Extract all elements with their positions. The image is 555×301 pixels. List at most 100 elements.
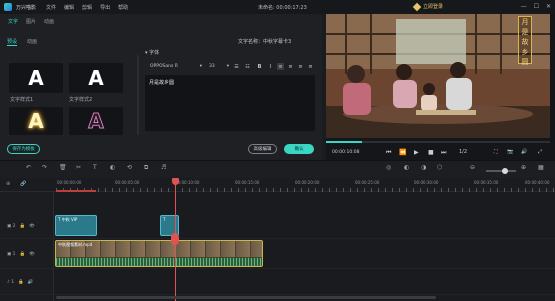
track-name: ▣ 2: [7, 224, 16, 229]
marker-icon[interactable]: ◐: [404, 164, 409, 171]
title-text-value: 月是故乡圆: [149, 80, 175, 86]
zoom-in-icon[interactable]: ⊕: [521, 164, 526, 171]
track-name: ♪ 1: [7, 280, 15, 285]
app-logo: [4, 3, 12, 11]
font-size-value: 33: [209, 64, 215, 69]
track-header-video-1: ▣ 1 🔒 👁: [7, 252, 35, 257]
redo-icon[interactable]: ↷: [42, 164, 47, 171]
minimize-icon[interactable]: —: [521, 3, 527, 10]
preset-subtabs: 预设 动画: [0, 25, 130, 46]
crop-icon[interactable]: ⧉: [144, 164, 148, 172]
menu-export[interactable]: 导出: [100, 4, 110, 11]
font-family-select[interactable]: OPPOSans R ▾: [148, 62, 204, 71]
lock-icon[interactable]: 🔒: [20, 252, 26, 257]
advanced-edit-button[interactable]: 高级编辑: [248, 144, 277, 154]
menu-clip[interactable]: 剪辑: [82, 4, 92, 11]
font-family-value: OPPOSans R: [150, 64, 178, 69]
preset-tile-2[interactable]: A: [69, 63, 123, 93]
playhead-handle[interactable]: [172, 178, 179, 185]
ruler-label: 00:00:30:00: [414, 180, 439, 185]
preset-glyph: A: [28, 109, 44, 133]
video-preview[interactable]: [326, 14, 550, 138]
preset-glyph: A: [28, 66, 44, 90]
zoom-slider-handle[interactable]: [502, 167, 508, 174]
align-left-button[interactable]: ≡: [277, 63, 284, 70]
fit-timeline-icon[interactable]: ▦: [538, 164, 544, 171]
voiceover-icon[interactable]: ◑: [421, 164, 426, 171]
title-clip-label: T: [163, 217, 166, 222]
volume-icon[interactable]: 🔊: [521, 149, 527, 155]
app-name: 万兴喵影: [16, 4, 37, 11]
expand-icon[interactable]: ⤢: [538, 149, 542, 155]
panel-tabs: 文字 图片 动画: [0, 14, 130, 25]
italic-button[interactable]: I: [267, 63, 274, 70]
title-text-input[interactable]: 月是故乡圆: [145, 75, 315, 131]
overlay-char: 是: [521, 28, 529, 36]
title-clip[interactable]: T 中秋 VIP: [55, 215, 97, 236]
menu-file[interactable]: 文件: [46, 4, 56, 11]
save-as-preset-button[interactable]: 保存为模板: [7, 144, 40, 154]
text-color-icon[interactable]: ☰: [233, 63, 240, 70]
preset-tile-3[interactable]: A: [9, 107, 63, 135]
mixer-icon[interactable]: ⬡: [437, 164, 442, 171]
delete-icon[interactable]: 🗑: [59, 164, 67, 171]
prev-frame-icon[interactable]: ⏮: [386, 149, 391, 157]
maximize-icon[interactable]: ☐: [534, 3, 539, 10]
color-icon[interactable]: ◐: [110, 164, 115, 171]
play-icon[interactable]: ▶: [414, 149, 419, 156]
preset-tile-1[interactable]: A: [9, 63, 63, 93]
ruler-label: 00:00:25:00: [355, 180, 380, 185]
zoom-slider[interactable]: [486, 170, 516, 172]
speed-icon[interactable]: ⟲: [127, 164, 132, 171]
ok-button[interactable]: 确认: [284, 144, 314, 154]
audio-waveform: [56, 258, 262, 266]
link-icon[interactable]: 🔗: [20, 181, 26, 187]
tab-text[interactable]: 文字: [8, 18, 18, 25]
tab-image[interactable]: 图片: [26, 18, 36, 25]
login-button[interactable]: 立即登录: [412, 2, 443, 11]
undo-icon[interactable]: ↶: [26, 164, 31, 171]
subtab-animation[interactable]: 动画: [27, 38, 37, 46]
text-icon[interactable]: T: [93, 164, 97, 171]
rewind-icon[interactable]: ⏪: [399, 149, 406, 156]
bold-button[interactable]: B: [256, 63, 263, 70]
title-overlay[interactable]: 月 是 故 乡 圆: [518, 16, 532, 66]
document-title: 未命名: 00:00:17:23: [258, 5, 307, 11]
settings-scrollbar[interactable]: [137, 55, 139, 135]
spacing-icon[interactable]: ☷: [244, 63, 251, 70]
scrubber-progress: [326, 141, 362, 143]
eye-icon[interactable]: 👁: [29, 224, 35, 229]
eye-icon[interactable]: 👁: [29, 252, 35, 257]
menu-edit[interactable]: 编辑: [64, 4, 74, 11]
preview-quality-select[interactable]: 1/2: [459, 149, 467, 155]
chevron-down-icon: ▾: [226, 64, 229, 69]
stop-icon[interactable]: ■: [428, 149, 434, 156]
split-icon[interactable]: ✂: [76, 164, 81, 171]
playhead-marker[interactable]: [171, 233, 179, 245]
tab-animation[interactable]: 动画: [44, 18, 54, 25]
video-clip[interactable]: 中秋视频素材.mp4: [55, 240, 263, 267]
ruler-label: 00:00:15:00: [235, 180, 260, 185]
current-timecode: 00:00:10:08: [332, 150, 360, 155]
align-center-button[interactable]: ≡: [287, 63, 294, 70]
speaker-icon[interactable]: 🔊: [28, 280, 34, 285]
next-frame-icon[interactable]: ⏭: [441, 149, 446, 157]
lock-icon[interactable]: 🔒: [18, 280, 24, 285]
font-size-select[interactable]: 33 ▾: [209, 62, 229, 71]
font-section-toggle[interactable]: ▾ 字体: [145, 49, 159, 56]
align-right-button[interactable]: ≡: [297, 63, 304, 70]
preset-glyph: A: [88, 66, 104, 90]
lock-icon[interactable]: 🔒: [20, 224, 26, 229]
subtab-preset[interactable]: 预设: [7, 38, 18, 46]
align-justify-button[interactable]: ≡: [307, 63, 314, 70]
snapshot-icon[interactable]: 📷: [507, 149, 513, 155]
add-track-icon[interactable]: ⊕: [6, 181, 10, 187]
zoom-out-icon[interactable]: ⊖: [470, 164, 475, 171]
preset-tile-4[interactable]: A: [69, 107, 123, 135]
fullscreen-icon[interactable]: ⛶: [494, 149, 498, 155]
menu-help[interactable]: 帮助: [118, 4, 128, 11]
render-icon[interactable]: ◎: [386, 164, 391, 171]
close-icon[interactable]: ✕: [546, 3, 551, 10]
audio-icon[interactable]: ♬: [161, 164, 166, 171]
timeline-scrollbar[interactable]: [56, 296, 436, 299]
